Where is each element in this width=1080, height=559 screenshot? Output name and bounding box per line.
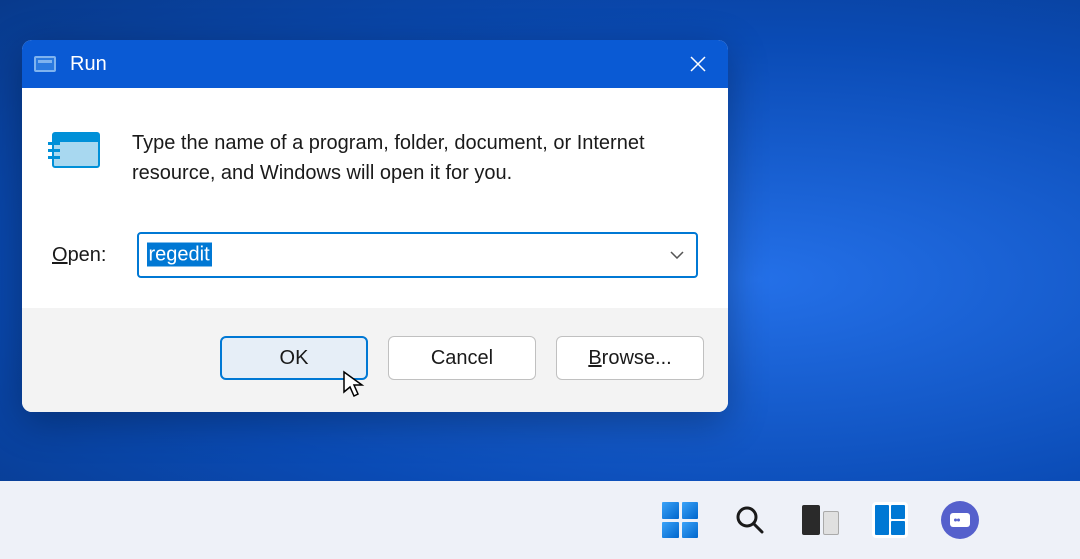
search-icon — [734, 504, 766, 536]
dialog-footer: OK Cancel Browse... — [22, 308, 728, 412]
titlebar[interactable]: Run — [22, 40, 728, 88]
chat-icon — [941, 501, 979, 539]
widgets-icon — [872, 502, 908, 538]
open-label: Open: — [52, 244, 107, 267]
taskview-icon — [802, 505, 839, 535]
close-icon — [689, 55, 707, 73]
ok-button[interactable]: OK — [220, 336, 368, 380]
dialog-body: Type the name of a program, folder, docu… — [22, 88, 728, 308]
taskbar — [0, 481, 1080, 559]
taskview-button[interactable] — [800, 500, 840, 540]
search-button[interactable] — [730, 500, 770, 540]
run-dialog: Run Type the name of a program, folder, … — [22, 40, 728, 412]
chat-button[interactable] — [940, 500, 980, 540]
run-titlebar-icon — [34, 56, 56, 72]
desktop-background: Run Type the name of a program, folder, … — [0, 0, 1080, 559]
windows-logo-icon — [662, 502, 698, 538]
browse-button[interactable]: Browse... — [556, 336, 704, 380]
cancel-button[interactable]: Cancel — [388, 336, 536, 380]
run-app-icon — [52, 132, 108, 176]
start-button[interactable] — [660, 500, 700, 540]
open-combobox[interactable]: regedit — [137, 232, 699, 278]
close-button[interactable] — [668, 40, 728, 88]
dialog-description: Type the name of a program, folder, docu… — [132, 128, 698, 188]
widgets-button[interactable] — [870, 500, 910, 540]
open-input[interactable] — [137, 232, 699, 278]
dialog-title: Run — [70, 53, 107, 76]
